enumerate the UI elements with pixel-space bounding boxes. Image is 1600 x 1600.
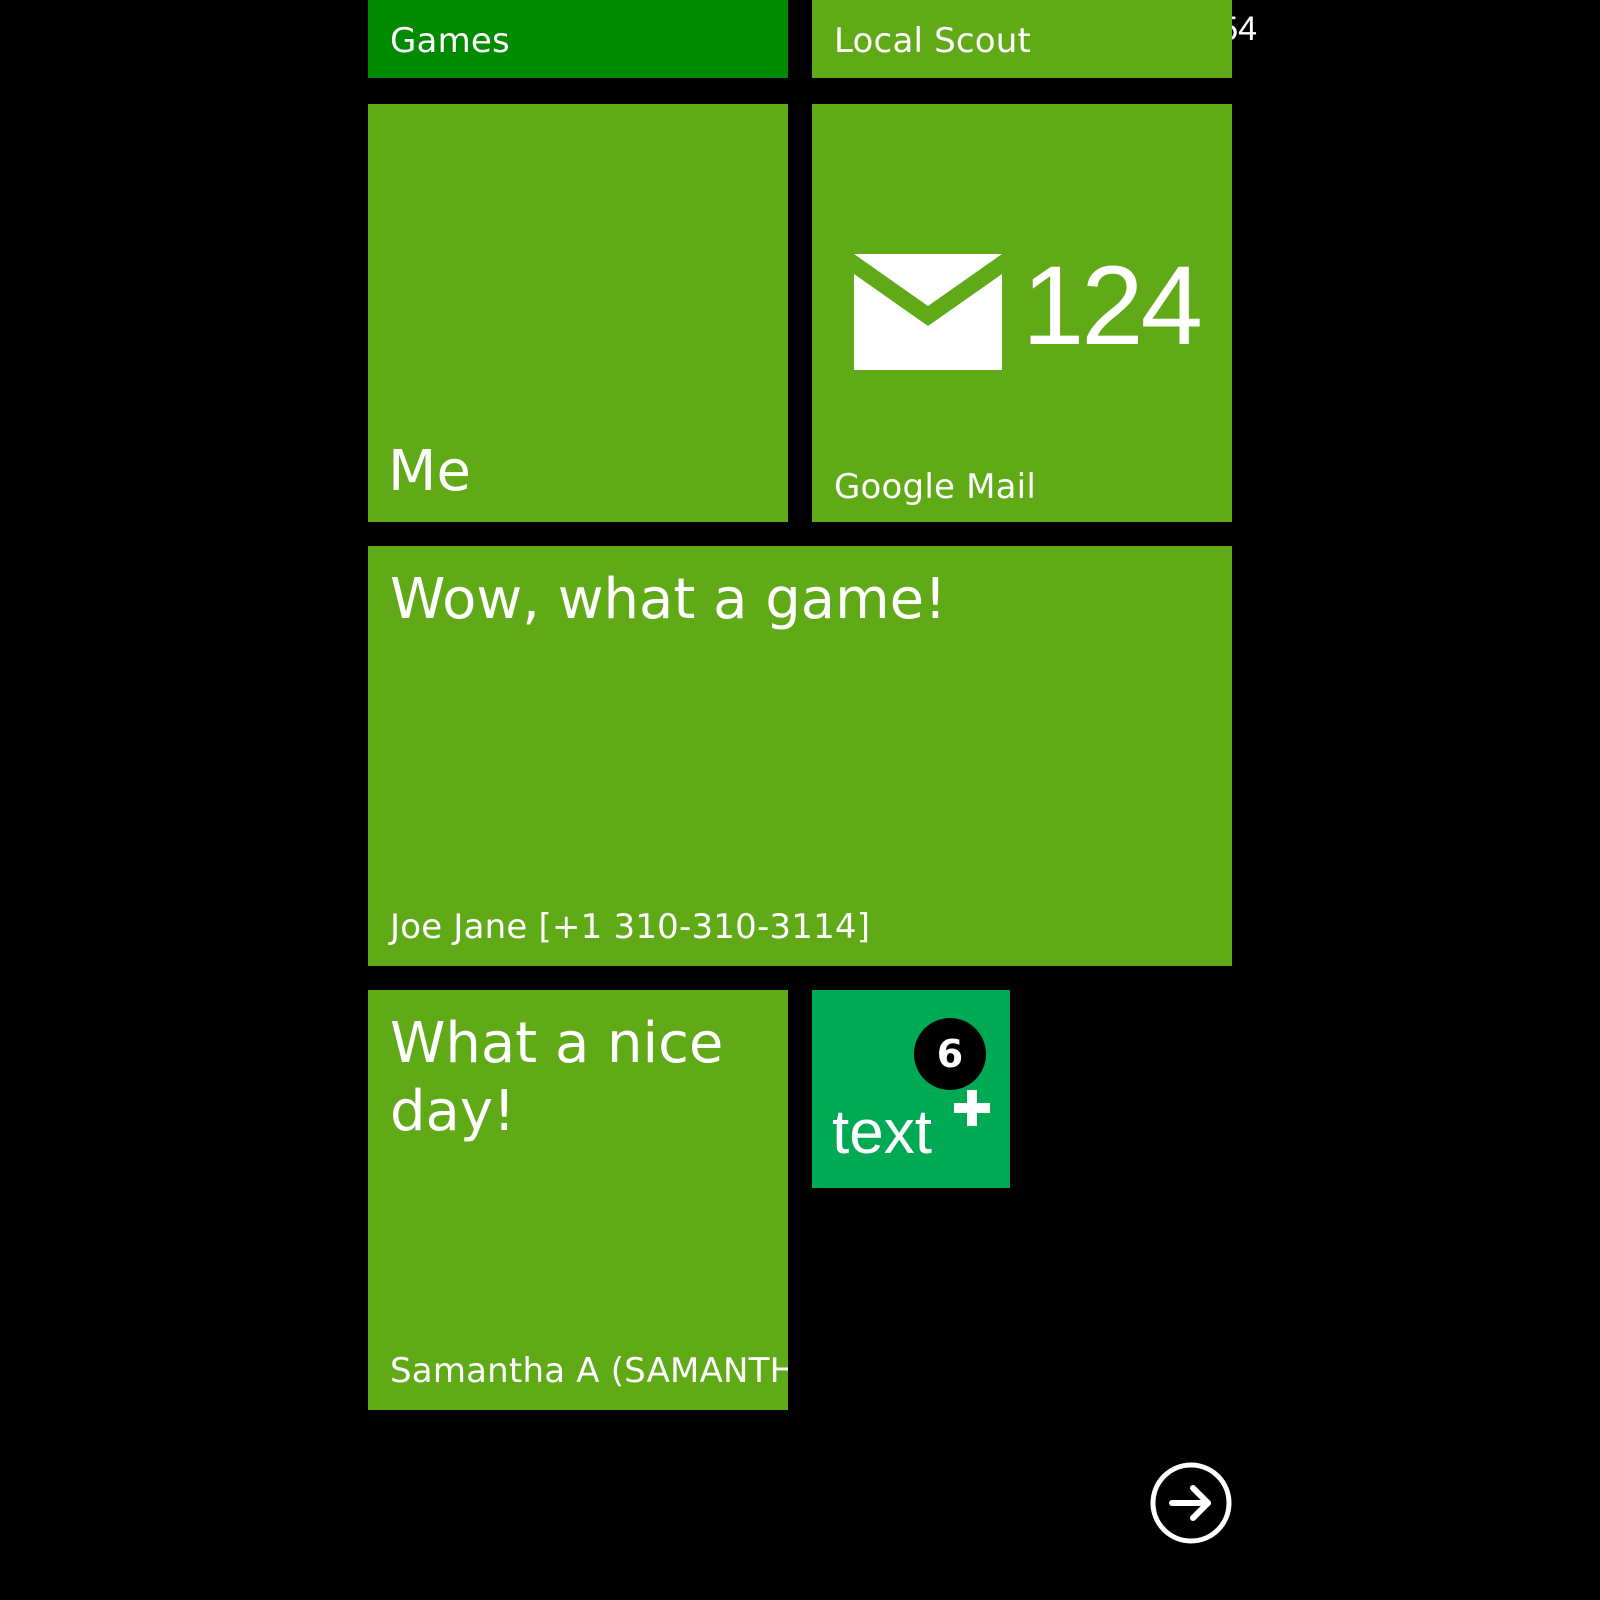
tile-google-mail[interactable]: 124 Google Mail bbox=[812, 104, 1232, 522]
unread-count: 124 bbox=[1022, 243, 1203, 368]
tile-textplus[interactable]: 6 text bbox=[812, 990, 1010, 1188]
tile-label: Me bbox=[388, 439, 472, 504]
message-text: What a nice day! bbox=[390, 1011, 724, 1144]
message-sender: Samantha A (SAMANTHA bbox=[390, 1354, 788, 1388]
tile-label: Local Scout bbox=[834, 21, 1032, 61]
tile-message-joe-jane[interactable]: Wow, what a game! Joe Jane [+1 310-310-3… bbox=[368, 546, 1232, 966]
tile-label: Google Mail bbox=[834, 467, 1036, 507]
message-text: Wow, what a game! bbox=[390, 567, 947, 632]
textplus-logo-text: text bbox=[832, 1098, 932, 1167]
tile-label: Games bbox=[390, 21, 510, 61]
mail-icon bbox=[854, 254, 1002, 370]
tile-local-scout[interactable]: Local Scout bbox=[812, 0, 1232, 78]
plus-icon bbox=[954, 1090, 990, 1126]
message-sender: Joe Jane [+1 310-310-3114] bbox=[390, 907, 871, 947]
notification-badge: 6 bbox=[914, 1018, 986, 1090]
tile-me[interactable]: Me bbox=[368, 104, 788, 522]
tile-games[interactable]: Games bbox=[368, 0, 788, 78]
tile-message-samantha[interactable]: What a nice day! Samantha A (SAMANTHA bbox=[368, 990, 788, 1410]
arrow-right-circle-icon[interactable] bbox=[1148, 1460, 1234, 1546]
